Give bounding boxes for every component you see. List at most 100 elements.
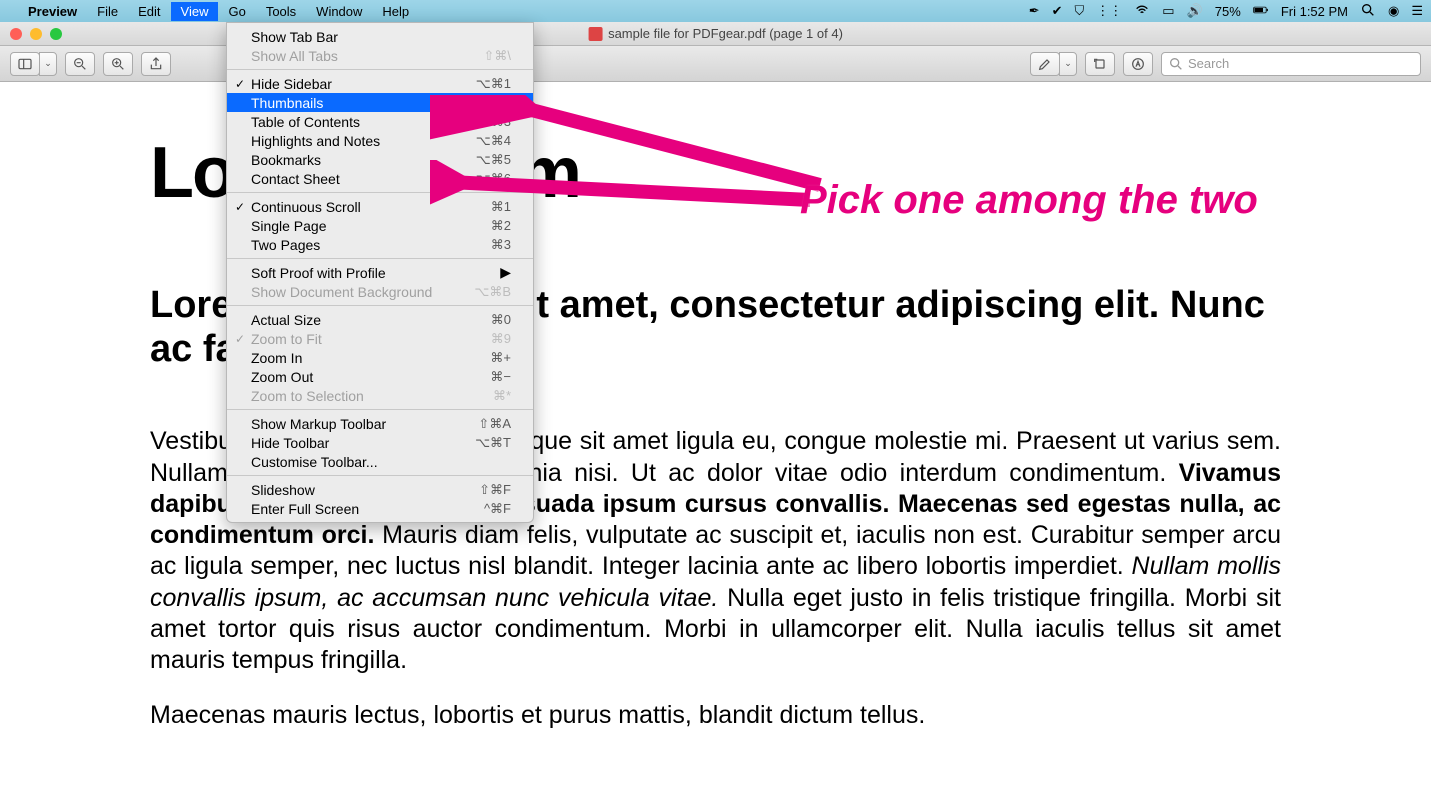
wifi-icon[interactable] (1134, 2, 1150, 21)
menu-item-customise-toolbar[interactable]: Customise Toolbar... (227, 452, 533, 471)
menu-shortcut: ⌥⌘T (475, 435, 511, 451)
menu-item-show-markup-toolbar[interactable]: Show Markup Toolbar⇧⌘A (227, 414, 533, 433)
menu-window[interactable]: Window (306, 2, 372, 21)
menu-item-zoom-in[interactable]: Zoom In⌘+ (227, 348, 533, 367)
menu-item-label: Show Tab Bar (251, 29, 338, 45)
menu-shortcut: ⌘3 (491, 237, 511, 253)
shield-icon[interactable]: ⛉ (1075, 3, 1085, 19)
menu-shortcut: ⌘− (490, 369, 511, 385)
menu-item-label: Hide Toolbar (251, 435, 329, 451)
menu-item-slideshow[interactable]: Slideshow ⇧⌘F (227, 480, 533, 499)
menu-item-label: Single Page (251, 218, 327, 234)
menu-item-label: Show All Tabs (251, 48, 338, 64)
menu-item-label: Soft Proof with Profile (251, 265, 386, 281)
menu-separator (227, 305, 533, 306)
display-icon[interactable]: ▭ (1162, 3, 1174, 19)
minimize-button[interactable] (30, 28, 42, 40)
window-title-text: sample file for PDFgear.pdf (page 1 of 4… (608, 26, 843, 41)
zoom-out-button[interactable] (65, 52, 95, 76)
menu-shortcut: ⌘9 (491, 331, 511, 347)
menu-tools[interactable]: Tools (256, 2, 306, 21)
app-name[interactable]: Preview (18, 2, 87, 21)
sidebar-menu-button[interactable]: ⌄ (39, 52, 57, 76)
share-button[interactable] (141, 52, 171, 76)
window-titlebar: sample file for PDFgear.pdf (page 1 of 4… (0, 22, 1431, 46)
annotation-arrow-contact-sheet (430, 160, 830, 220)
check-icon: ✓ (235, 77, 245, 91)
menu-view[interactable]: View (171, 2, 219, 21)
menu-item-hide-toolbar[interactable]: Hide Toolbar ⌥⌘T (227, 433, 533, 452)
bluetooth-icon[interactable]: ⋮⋮ (1096, 3, 1122, 19)
menu-item-label: Hide Sidebar (251, 76, 332, 92)
rotate-button[interactable] (1085, 52, 1115, 76)
clock[interactable]: Fri 1:52 PM (1281, 4, 1348, 19)
check-icon: ✓ (235, 332, 245, 346)
notification-center-icon[interactable]: ☰ (1411, 3, 1423, 19)
menu-item-hide-sidebar[interactable]: ✓Hide Sidebar⌥⌘1 (227, 74, 533, 93)
sidebar-toggle-button[interactable] (10, 52, 40, 76)
menu-item-show-document-background: Show Document Background⌥⌘B (227, 282, 533, 301)
menu-item-label: Slideshow (251, 482, 315, 498)
menu-separator (227, 475, 533, 476)
close-button[interactable] (10, 28, 22, 40)
menu-item-two-pages[interactable]: Two Pages ⌘3 (227, 235, 533, 254)
menu-item-zoom-to-selection: Zoom to Selection ⌘* (227, 386, 533, 405)
menu-shortcut: ⌘0 (491, 312, 511, 328)
menu-item-label: Zoom to Selection (251, 388, 364, 404)
check-circle-icon[interactable]: ✔ (1052, 3, 1063, 19)
menu-item-label: Bookmarks (251, 152, 321, 168)
menu-shortcut: ⌘+ (490, 350, 511, 366)
document-paragraph-2: Maecenas mauris lectus, lobortis et puru… (150, 701, 1281, 730)
window-title: sample file for PDFgear.pdf (page 1 of 4… (588, 26, 843, 41)
menu-item-label: Show Document Background (251, 284, 432, 300)
menu-item-zoom-out[interactable]: Zoom Out ⌘− (227, 367, 533, 386)
menu-item-soft-proof-with-profile[interactable]: Soft Proof with Profile ▶ (227, 263, 533, 282)
menu-item-label: Zoom Out (251, 369, 313, 385)
quill-icon[interactable]: ✒ (1029, 3, 1040, 19)
battery-percent: 75% (1215, 4, 1241, 19)
menu-item-enter-full-screen[interactable]: Enter Full Screen^⌘F (227, 499, 533, 518)
menu-item-label: Two Pages (251, 237, 320, 253)
menu-shortcut: ⌘* (493, 388, 511, 404)
menu-shortcut: ⇧⌘\ (483, 48, 511, 64)
volume-icon[interactable]: 🔊 (1187, 3, 1203, 19)
menubar-left: Preview File Edit View Go Tools Window H… (8, 2, 419, 21)
menu-help[interactable]: Help (372, 2, 419, 21)
menu-item-label: Actual Size (251, 312, 321, 328)
menu-separator (227, 258, 533, 259)
menu-separator (227, 69, 533, 70)
search-input[interactable]: Search (1161, 52, 1421, 76)
highlight-menu-button[interactable]: ⌄ (1059, 52, 1077, 76)
zoom-in-button[interactable] (103, 52, 133, 76)
menu-file[interactable]: File (87, 2, 128, 21)
menubar-right: ✒ ✔ ⛉ ⋮⋮ ▭ 🔊 75% Fri 1:52 PM ◉ ☰ (1029, 2, 1423, 21)
menu-shortcut: ^⌘F (484, 501, 511, 517)
menu-shortcut: ⇧⌘F (479, 482, 511, 498)
annotation-text: Pick one among the two (800, 178, 1258, 223)
menu-item-label: Show Markup Toolbar (251, 416, 386, 432)
toolbar: ⌄ ⌄ Search (0, 46, 1431, 82)
markup-button[interactable] (1123, 52, 1153, 76)
pdf-icon (588, 27, 602, 41)
menu-edit[interactable]: Edit (128, 2, 170, 21)
toolbar-right: ⌄ Search (1030, 52, 1421, 76)
traffic-lights (0, 28, 62, 40)
fullscreen-button[interactable] (50, 28, 62, 40)
menu-item-label: Zoom to Fit (251, 331, 322, 347)
search-icon (1168, 56, 1184, 72)
menu-separator (227, 409, 533, 410)
menu-go[interactable]: Go (218, 2, 255, 21)
highlight-button[interactable] (1030, 52, 1060, 76)
spotlight-icon[interactable] (1360, 2, 1376, 21)
menu-item-show-tab-bar[interactable]: Show Tab Bar (227, 27, 533, 46)
menu-item-label: Thumbnails (251, 95, 323, 111)
menu-item-label: Highlights and Notes (251, 133, 380, 149)
submenu-arrow-icon: ▶ (500, 264, 511, 281)
menu-item-zoom-to-fit: ✓ Zoom to Fit ⌘9 (227, 329, 533, 348)
menu-item-actual-size[interactable]: Actual Size ⌘0 (227, 310, 533, 329)
siri-icon[interactable]: ◉ (1388, 3, 1399, 19)
search-placeholder: Search (1188, 56, 1229, 71)
menubar: Preview File Edit View Go Tools Window H… (0, 0, 1431, 22)
check-icon: ✓ (235, 200, 245, 214)
battery-icon[interactable] (1253, 2, 1269, 21)
